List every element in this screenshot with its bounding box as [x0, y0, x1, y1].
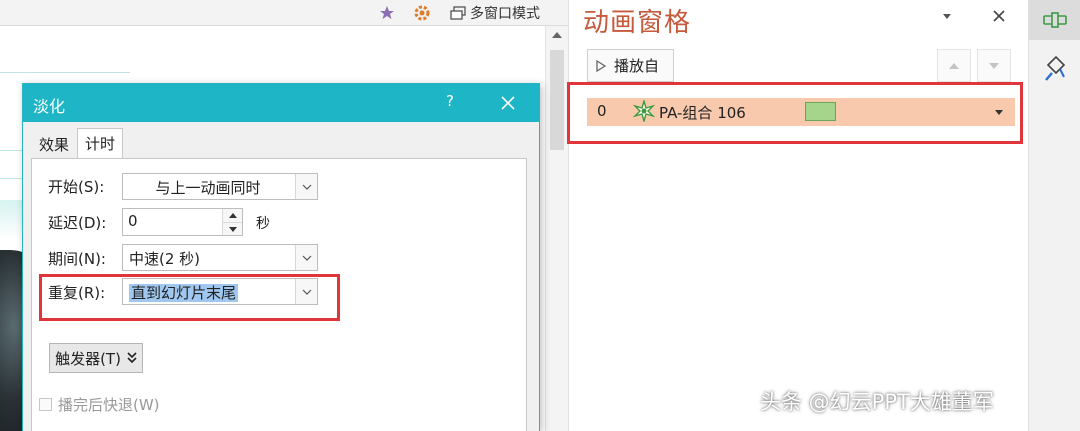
selection-pane-icon[interactable] — [377, 3, 397, 23]
annotation-highlight-box — [39, 274, 340, 321]
slide-guide-line — [0, 72, 130, 73]
duration-label: 期间(N): — [48, 249, 106, 268]
delay-spin-buttons — [222, 209, 242, 235]
duration-value: 中速(2 秒) — [129, 250, 201, 268]
watermark-text: 头条 @幻云PPT大雄董军 — [760, 390, 994, 414]
delay-unit: 秒 — [256, 216, 270, 232]
side-task-strip — [1028, 0, 1080, 431]
fade-effect-dialog: 淡化 ? 效果 计时 开始(S): 与上一动画同时 延迟(D): 0 秒 期间(… — [22, 83, 540, 431]
delay-row: 延迟(D): — [48, 209, 122, 235]
tab-timing[interactable]: 计时 — [77, 128, 124, 158]
chevron-down-icon[interactable] — [937, 6, 957, 26]
chevron-down-icon[interactable] — [295, 174, 317, 199]
scrollbar-thumb[interactable] — [550, 50, 564, 150]
annotation-highlight-box — [567, 82, 1023, 144]
rewind-label: 播完后快退(W) — [58, 396, 160, 414]
delay-stepper[interactable]: 0 — [122, 208, 243, 236]
duration-row: 期间(N): — [48, 245, 122, 271]
dialog-title: 淡化 — [33, 97, 66, 116]
slide-guide-line — [0, 150, 24, 151]
triangle-down-icon — [989, 62, 999, 69]
double-chevron-down-icon — [127, 352, 137, 364]
tab-effect[interactable]: 效果 — [31, 130, 77, 158]
trigger-label: 触发器(T) — [55, 349, 121, 368]
dialog-tabs: 效果 计时 — [31, 128, 124, 158]
vertical-scrollbar[interactable] — [545, 26, 568, 431]
format-brush-icon[interactable] — [1042, 53, 1068, 83]
duration-select[interactable]: 中速(2 秒) — [122, 244, 318, 271]
dialog-titlebar[interactable]: 淡化 ? — [23, 84, 539, 122]
pane-title: 动画窗格 — [583, 8, 692, 38]
animation-pane-toggle-icon[interactable] — [1029, 0, 1080, 40]
triangle-up-icon — [949, 62, 959, 69]
trigger-button[interactable]: 触发器(T) — [49, 343, 143, 373]
move-up-button[interactable] — [937, 49, 971, 82]
start-value: 与上一动画同时 — [155, 179, 261, 197]
multi-window-icon — [450, 6, 466, 20]
play-icon — [596, 59, 606, 72]
help-button[interactable]: ? — [441, 92, 459, 110]
delay-value: 0 — [128, 212, 138, 230]
play-from-label: 播放自 — [614, 57, 660, 75]
slide-guide-line — [0, 178, 24, 179]
start-select[interactable]: 与上一动画同时 — [122, 173, 318, 200]
multi-window-button[interactable]: 多窗口模式 — [450, 3, 540, 23]
start-row: 开始(S): — [48, 173, 122, 199]
view-toolbar: 多窗口模式 — [0, 0, 568, 26]
rewind-checkbox[interactable] — [39, 398, 52, 411]
play-from-button[interactable]: 播放自 — [587, 49, 674, 82]
multi-window-label: 多窗口模式 — [470, 6, 540, 22]
animation-pane: 动画窗格 播放自 0 PA-组合 106 — [568, 0, 1028, 431]
gear-icon[interactable] — [412, 3, 432, 23]
chevron-down-icon[interactable] — [295, 245, 317, 270]
move-down-button[interactable] — [977, 49, 1011, 82]
delay-label: 延迟(D): — [48, 213, 107, 232]
start-label: 开始(S): — [48, 177, 105, 196]
scroll-up-arrow-icon[interactable] — [552, 32, 562, 38]
close-icon[interactable] — [497, 92, 519, 114]
spin-down-icon[interactable] — [223, 222, 242, 235]
rewind-checkbox-row[interactable]: 播完后快退(W) — [39, 394, 160, 415]
close-icon[interactable] — [989, 6, 1009, 26]
spin-up-icon[interactable] — [223, 209, 242, 222]
